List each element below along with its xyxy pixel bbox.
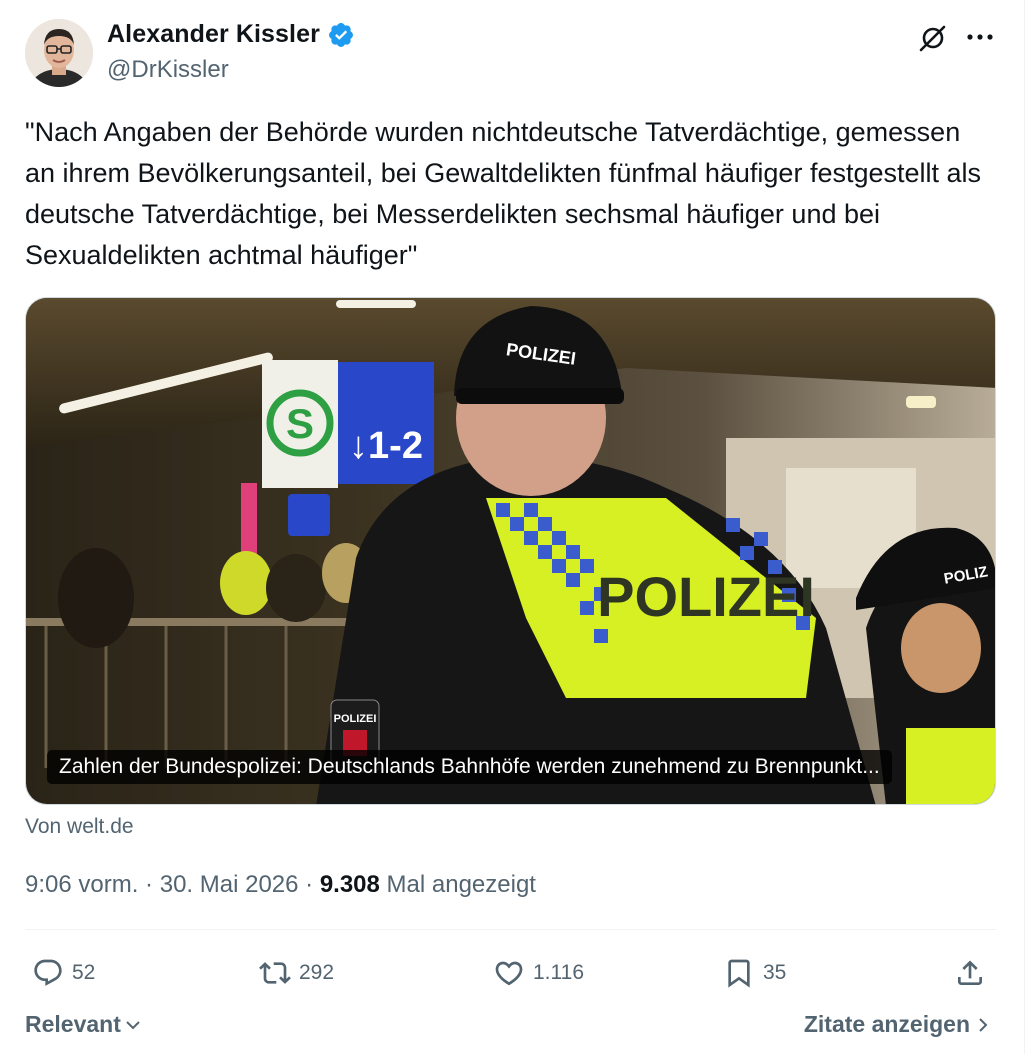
reply-icon [34, 959, 62, 986]
reply-button[interactable]: 52 [32, 950, 95, 996]
like-count: 1.116 [533, 961, 584, 984]
sort-dropdown[interactable]: Relevant [25, 1011, 143, 1038]
share-button[interactable] [954, 950, 986, 996]
chevron-down-icon [126, 1020, 140, 1029]
tweet-date[interactable]: 30. Mai 2026 [160, 871, 299, 899]
views-count: 9.308 [319, 871, 380, 898]
grok-button[interactable] [915, 20, 951, 56]
card-source[interactable]: Von welt.de [25, 815, 134, 839]
avatar[interactable] [25, 19, 93, 87]
avatar-image [25, 19, 93, 87]
verified-badge-icon [327, 21, 355, 49]
action-bar: 52 292 1.116 35 [25, 950, 996, 996]
views-label: Mal angezeigt [379, 871, 536, 898]
bookmark-button[interactable]: 35 [723, 950, 786, 996]
sign-s-letter: S [286, 400, 314, 447]
author-handle[interactable]: @DrKissler [107, 56, 229, 84]
divider [25, 929, 996, 930]
heart-icon [495, 961, 523, 986]
more-options-button[interactable] [962, 22, 998, 52]
grok-icon [919, 25, 946, 52]
more-dots-icon [967, 34, 993, 40]
like-button[interactable]: 1.116 [493, 950, 584, 996]
repost-button[interactable]: 292 [259, 950, 334, 996]
author-name[interactable]: Alexander Kissler [107, 20, 320, 49]
replies-header: Relevant Zitate anzeigen [25, 1011, 996, 1043]
card-image: S ↓1-2 POLIZEI POLIZEI POLIZEI POLIZ [26, 298, 995, 804]
share-icon [958, 960, 982, 985]
author-name-row[interactable]: Alexander Kissler [107, 20, 355, 49]
link-card[interactable]: S ↓1-2 POLIZEI POLIZEI POLIZEI POLIZ Zah… [25, 297, 996, 805]
meta-separator: · [298, 871, 320, 898]
card-caption[interactable]: Zahlen der Bundespolizei: Deutschlands B… [47, 750, 892, 784]
patch-text: POLIZEI [334, 713, 377, 725]
repost-count: 292 [299, 961, 335, 984]
sign-platform-text: ↓1-2 [349, 425, 423, 467]
reply-count: 52 [72, 961, 96, 984]
sort-label: Relevant [25, 1011, 121, 1037]
chevron-right-icon [979, 1017, 988, 1032]
tweet-meta: 9:06 vorm. · 30. Mai 2026 · 9.308 Mal an… [25, 871, 536, 899]
quotes-label: Zitate anzeigen [803, 1011, 970, 1037]
tweet-time[interactable]: 9:06 vorm. [25, 871, 138, 899]
view-quotes-link[interactable]: Zitate anzeigen [804, 1011, 990, 1038]
repost-icon [259, 962, 291, 984]
tweet-text: "Nach Angaben der Behörde wurden nichtde… [25, 117, 982, 270]
meta-separator: · [138, 871, 160, 898]
bookmark-count: 35 [763, 961, 787, 984]
vest-text: POLIZEI [597, 565, 815, 628]
bookmark-icon [728, 959, 750, 988]
